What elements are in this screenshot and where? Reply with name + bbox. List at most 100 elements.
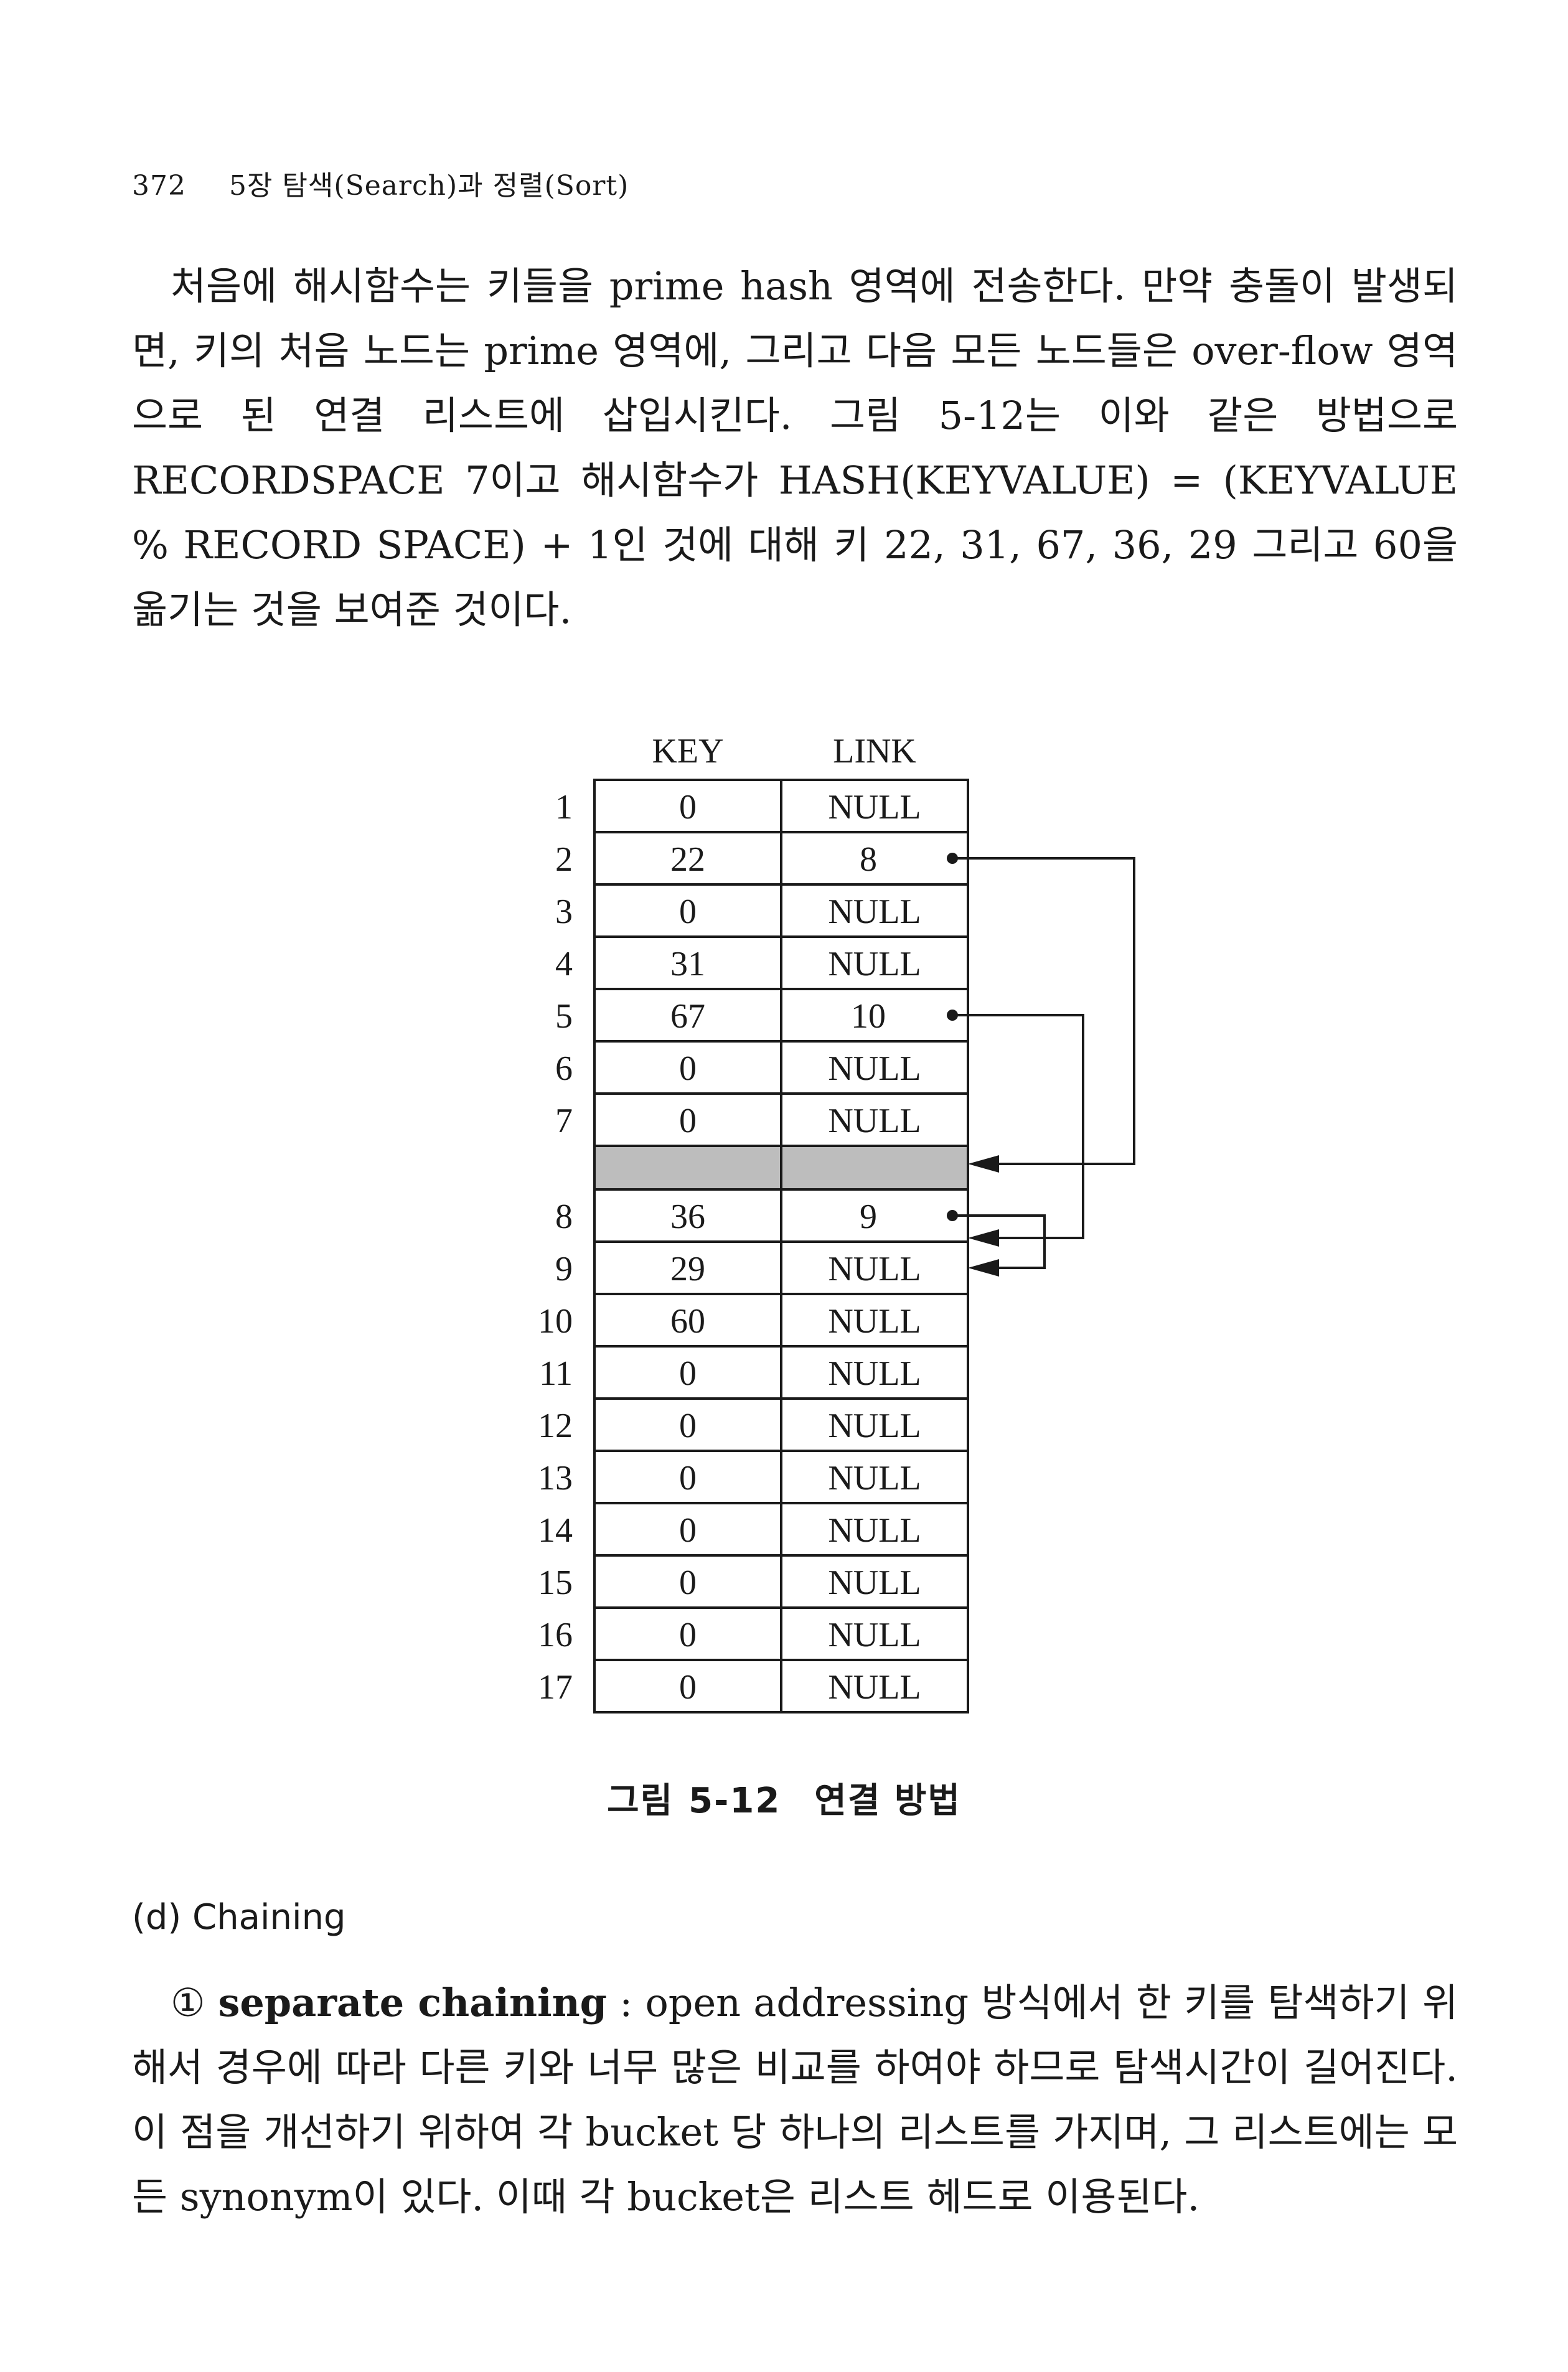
overflow-row-8-pointer-dot (947, 1210, 958, 1221)
prime-row-2-index: 2 (555, 840, 573, 879)
caption-prefix: 그림 (607, 1781, 674, 1821)
page-header: 372 5장 탐색(Search)과 정렬(Sort) (132, 163, 629, 203)
link-arrow-2-to-8 (952, 857, 1135, 1165)
caption-title: 연결 방법 (814, 1781, 961, 1821)
prime-row-7-key-cell (593, 1092, 782, 1147)
overflow-row-13-key-cell (593, 1450, 782, 1504)
overflow-row-13-link-cell (780, 1450, 969, 1504)
arrowhead-2-to-8 (968, 1155, 999, 1173)
term-separate-chaining: separate chaining (218, 1980, 608, 2025)
overflow-row-15-key: 0 (679, 1563, 697, 1602)
overflow-row-8-link-cell (780, 1188, 969, 1243)
separator-key-cell (593, 1145, 782, 1191)
arrowhead-5-to-10 (968, 1229, 999, 1247)
overflow-row-11-key-cell (593, 1345, 782, 1400)
prime-row-6-link: NULL (828, 1049, 921, 1088)
overflow-row-15-index: 15 (538, 1563, 573, 1602)
overflow-row-15-link-cell (780, 1554, 969, 1609)
overflow-row-14-key: 0 (679, 1511, 697, 1550)
prime-row-5-link-cell (780, 988, 969, 1043)
prime-row-2-pointer-dot (947, 853, 958, 864)
overflow-row-8-index: 8 (555, 1198, 573, 1236)
overflow-row-8-key: 36 (670, 1198, 705, 1236)
page-number: 372 (132, 170, 186, 202)
link-arrow-5-to-10 (952, 1014, 1084, 1239)
prime-row-4-key: 31 (670, 945, 705, 983)
prime-row-3-link: NULL (828, 893, 921, 931)
overflow-row-8-link: 9 (860, 1198, 877, 1236)
prime-row-7-link-cell (780, 1092, 969, 1147)
prime-row-4-key-cell (593, 935, 782, 990)
overflow-row-17-link: NULL (828, 1668, 921, 1707)
overflow-row-13-index: 13 (538, 1459, 573, 1498)
col-header-link: LINK (833, 732, 916, 771)
separator-link-cell (780, 1145, 969, 1191)
prime-row-5-key-cell (593, 988, 782, 1043)
prime-row-3-key-cell (593, 883, 782, 938)
overflow-row-14-index: 14 (538, 1511, 573, 1550)
overflow-row-11-index: 11 (539, 1354, 573, 1393)
overflow-row-17-key-cell (593, 1659, 782, 1713)
prime-row-2-key: 22 (670, 840, 705, 879)
prime-row-6-key-cell (593, 1040, 782, 1095)
prime-row-1-index: 1 (555, 788, 573, 827)
overflow-row-12-key: 0 (679, 1407, 697, 1445)
overflow-row-13-link: NULL (828, 1459, 921, 1498)
overflow-row-9-key: 29 (670, 1250, 705, 1288)
overflow-row-12-key-cell (593, 1397, 782, 1452)
caption-number: 5-12 (688, 1781, 781, 1821)
overflow-row-9-link-cell (780, 1240, 969, 1295)
link-arrow-8-to-9 (952, 1214, 1046, 1269)
overflow-row-10-link: NULL (828, 1302, 921, 1341)
overflow-row-10-key-cell (593, 1293, 782, 1348)
chaining-paragraph: ① separate chaining : open addressing 방식… (132, 1971, 1458, 2229)
overflow-row-12-link: NULL (828, 1407, 921, 1445)
arrowhead-8-to-9 (968, 1259, 999, 1277)
prime-row-3-key: 0 (679, 893, 697, 931)
overflow-row-10-key: 60 (670, 1302, 705, 1341)
prime-row-3-index: 3 (555, 893, 573, 931)
overflow-row-15-key-cell (593, 1554, 782, 1609)
prime-row-1-key: 0 (679, 788, 697, 827)
prime-row-5-pointer-dot (947, 1010, 958, 1021)
overflow-row-16-key-cell (593, 1606, 782, 1661)
overflow-row-17-index: 17 (538, 1668, 573, 1707)
prime-row-4-link-cell (780, 935, 969, 990)
prime-row-4-link: NULL (828, 945, 921, 983)
overflow-row-14-link-cell (780, 1502, 969, 1557)
overflow-row-12-link-cell (780, 1397, 969, 1452)
prime-row-7-key: 0 (679, 1102, 697, 1140)
overflow-row-17-link-cell (780, 1659, 969, 1713)
overflow-row-10-index: 10 (538, 1302, 573, 1341)
overflow-row-16-key: 0 (679, 1616, 697, 1654)
overflow-row-17-key: 0 (679, 1668, 697, 1707)
overflow-row-14-link: NULL (828, 1511, 921, 1550)
overflow-row-15-link: NULL (828, 1563, 921, 1602)
section-subheading: (d) Chaining (132, 1897, 346, 1938)
chapter-title: 5장 탐색(Search)과 정렬(Sort) (228, 170, 629, 202)
prime-row-5-index: 5 (555, 997, 573, 1036)
overflow-row-11-key: 0 (679, 1354, 697, 1393)
overflow-row-11-link: NULL (828, 1354, 921, 1393)
prime-row-6-key: 0 (679, 1049, 697, 1088)
intro-paragraph: 처음에 해시함수는 키들을 prime hash 영역에 전송한다. 만약 충돌… (132, 263, 1458, 632)
overflow-row-16-index: 16 (538, 1616, 573, 1654)
prime-row-2-link: 8 (860, 840, 877, 879)
overflow-row-10-link-cell (780, 1293, 969, 1348)
prime-row-2-key-cell (593, 831, 782, 886)
overflow-row-16-link-cell (780, 1606, 969, 1661)
overflow-row-16-link: NULL (828, 1616, 921, 1654)
prime-row-6-index: 6 (555, 1049, 573, 1088)
overflow-row-9-key-cell (593, 1240, 782, 1295)
overflow-row-8-key-cell (593, 1188, 782, 1243)
prime-row-5-link: 10 (851, 997, 886, 1036)
prime-row-7-link: NULL (828, 1102, 921, 1140)
prime-row-1-link-cell (780, 779, 969, 833)
overflow-row-9-link: NULL (828, 1250, 921, 1288)
prime-row-3-link-cell (780, 883, 969, 938)
col-header-key: KEY (652, 732, 723, 771)
item-marker: ① (171, 1980, 206, 2025)
prime-row-7-index: 7 (555, 1102, 573, 1140)
prime-row-1-key-cell (593, 779, 782, 833)
overflow-row-9-index: 9 (555, 1250, 573, 1288)
